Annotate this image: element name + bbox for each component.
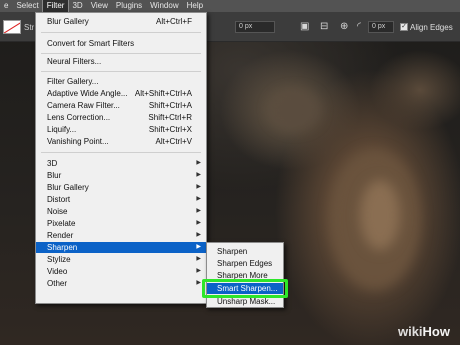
path-arrangement-icon[interactable]: ⊕: [340, 21, 348, 33]
fill-swatch[interactable]: [3, 20, 21, 34]
menu-item-label: Distort: [47, 195, 71, 204]
menu-item-vanishing-point[interactable]: Vanishing Point... Alt+Ctrl+V: [36, 136, 206, 147]
submenu-arrow-icon: ▶: [196, 268, 201, 274]
menu-item-label: Noise: [47, 207, 68, 216]
menu-item-liquify[interactable]: Liquify... Shift+Ctrl+X: [36, 124, 206, 135]
menu-item-label: Sharpen: [47, 243, 78, 252]
menu-item-filter-gallery[interactable]: Filter Gallery...: [36, 76, 206, 87]
menu-item-3d[interactable]: 3D ▶: [36, 158, 206, 169]
menu-item-label: Blur Gallery: [47, 183, 89, 192]
menu-filter[interactable]: Filter: [41, 0, 70, 13]
menu-item-other[interactable]: Other ▶: [36, 278, 206, 289]
submenu-arrow-icon: ▶: [196, 256, 201, 262]
path-alignment-icon[interactable]: ⊟: [320, 21, 328, 33]
submenu-arrow-icon: ▶: [196, 208, 201, 214]
menu-item-video[interactable]: Video ▶: [36, 266, 206, 277]
menu-item-convert-smart-filters[interactable]: Convert for Smart Filters: [36, 38, 206, 49]
menu-item-sharpen[interactable]: Sharpen ▶: [36, 242, 206, 253]
menu-divider: [41, 152, 201, 153]
menu-item-label: Stylize: [47, 255, 71, 264]
menu-3d[interactable]: 3D: [68, 0, 86, 12]
align-edges-checkbox[interactable]: ✓: [400, 23, 408, 31]
menu-view[interactable]: View: [87, 0, 112, 12]
filter-menu: Blur Gallery Alt+Ctrl+F Convert for Smar…: [35, 12, 207, 304]
menu-item-last-filter[interactable]: Blur Gallery Alt+Ctrl+F: [36, 16, 206, 27]
submenu-arrow-icon: ▶: [196, 172, 201, 178]
sharpen-submenu: Sharpen Sharpen Edges Sharpen More Smart…: [206, 242, 284, 308]
submenu-arrow-icon: ▶: [196, 160, 201, 166]
menu-item-label: Vanishing Point...: [47, 137, 109, 146]
menu-item-label: Filter Gallery...: [47, 77, 99, 86]
menu-item-shortcut: Alt+Ctrl+V: [155, 137, 192, 146]
menu-item-render[interactable]: Render ▶: [36, 230, 206, 241]
path-operations-icon[interactable]: ▣: [300, 21, 309, 33]
menu-divider: [41, 71, 201, 72]
corner-radius-icon: ◜: [357, 21, 361, 32]
blurred-highlight: [360, 180, 400, 250]
submenu-item-sharpen[interactable]: Sharpen: [207, 246, 283, 257]
menu-item-label: Neural Filters...: [47, 57, 102, 66]
width-field[interactable]: 0 px: [235, 21, 275, 33]
menu-bar: e Select Filter 3D View Plugins Window H…: [0, 0, 460, 13]
menu-item-label: Other: [47, 279, 68, 288]
watermark-part1: wiki: [397, 324, 423, 339]
menu-item-label: Video: [47, 267, 68, 276]
menu-item-neural-filters[interactable]: Neural Filters...: [36, 56, 206, 67]
radius-field[interactable]: 0 px: [368, 21, 394, 33]
blurred-shape: [270, 90, 320, 130]
menu-item-shortcut: Alt+Shift+Ctrl+A: [134, 89, 192, 98]
menu-item-label: Camera Raw Filter...: [47, 101, 120, 110]
menu-item-shortcut: Shift+Ctrl+A: [148, 101, 192, 110]
menu-divider: [41, 53, 201, 54]
menu-item-label: Blur Gallery: [47, 17, 89, 26]
submenu-arrow-icon: ▶: [196, 244, 201, 250]
menu-select[interactable]: Select: [12, 0, 42, 12]
menu-item-distort[interactable]: Distort ▶: [36, 194, 206, 205]
submenu-arrow-icon: ▶: [196, 220, 201, 226]
menu-item-label: Blur: [47, 171, 62, 180]
menu-item-adaptive-wide-angle[interactable]: Adaptive Wide Angle... Alt+Shift+Ctrl+A: [36, 88, 206, 99]
watermark-part2: How: [422, 324, 450, 339]
menu-plugins[interactable]: Plugins: [112, 0, 146, 12]
menu-edit[interactable]: e: [0, 0, 12, 12]
menu-item-pixelate[interactable]: Pixelate ▶: [36, 218, 206, 229]
submenu-arrow-icon: ▶: [196, 184, 201, 190]
menu-item-label: Liquify...: [47, 125, 77, 134]
menu-item-label: Lens Correction...: [47, 113, 111, 122]
callout-highlight-box: [202, 279, 288, 298]
align-edges-label: Align Edges: [410, 23, 453, 32]
menu-item-label: Pixelate: [47, 219, 76, 228]
menu-item-shortcut: Shift+Ctrl+X: [148, 125, 192, 134]
menu-divider: [41, 32, 201, 33]
menu-item-blur[interactable]: Blur ▶: [36, 170, 206, 181]
menu-item-label: Render: [47, 231, 74, 240]
watermark: wikiHow: [398, 324, 450, 339]
menu-item-stylize[interactable]: Stylize ▶: [36, 254, 206, 265]
menu-item-label: Adaptive Wide Angle...: [47, 89, 128, 98]
menu-item-shortcut: Alt+Ctrl+F: [155, 17, 192, 26]
stroke-label: Str: [24, 23, 35, 32]
menu-window[interactable]: Window: [146, 0, 182, 12]
menu-help[interactable]: Help: [183, 0, 207, 12]
submenu-arrow-icon: ▶: [196, 196, 201, 202]
menu-item-noise[interactable]: Noise ▶: [36, 206, 206, 217]
menu-item-label: 3D: [47, 159, 58, 168]
menu-item-camera-raw[interactable]: Camera Raw Filter... Shift+Ctrl+A: [36, 100, 206, 111]
menu-item-shortcut: Shift+Ctrl+R: [148, 113, 192, 122]
menu-item-label: Convert for Smart Filters: [47, 39, 135, 48]
menu-item-lens-correction[interactable]: Lens Correction... Shift+Ctrl+R: [36, 112, 206, 123]
submenu-arrow-icon: ▶: [196, 232, 201, 238]
menu-item-blur-gallery[interactable]: Blur Gallery ▶: [36, 182, 206, 193]
submenu-arrow-icon: ▶: [196, 280, 201, 286]
submenu-item-sharpen-edges[interactable]: Sharpen Edges: [207, 258, 283, 269]
